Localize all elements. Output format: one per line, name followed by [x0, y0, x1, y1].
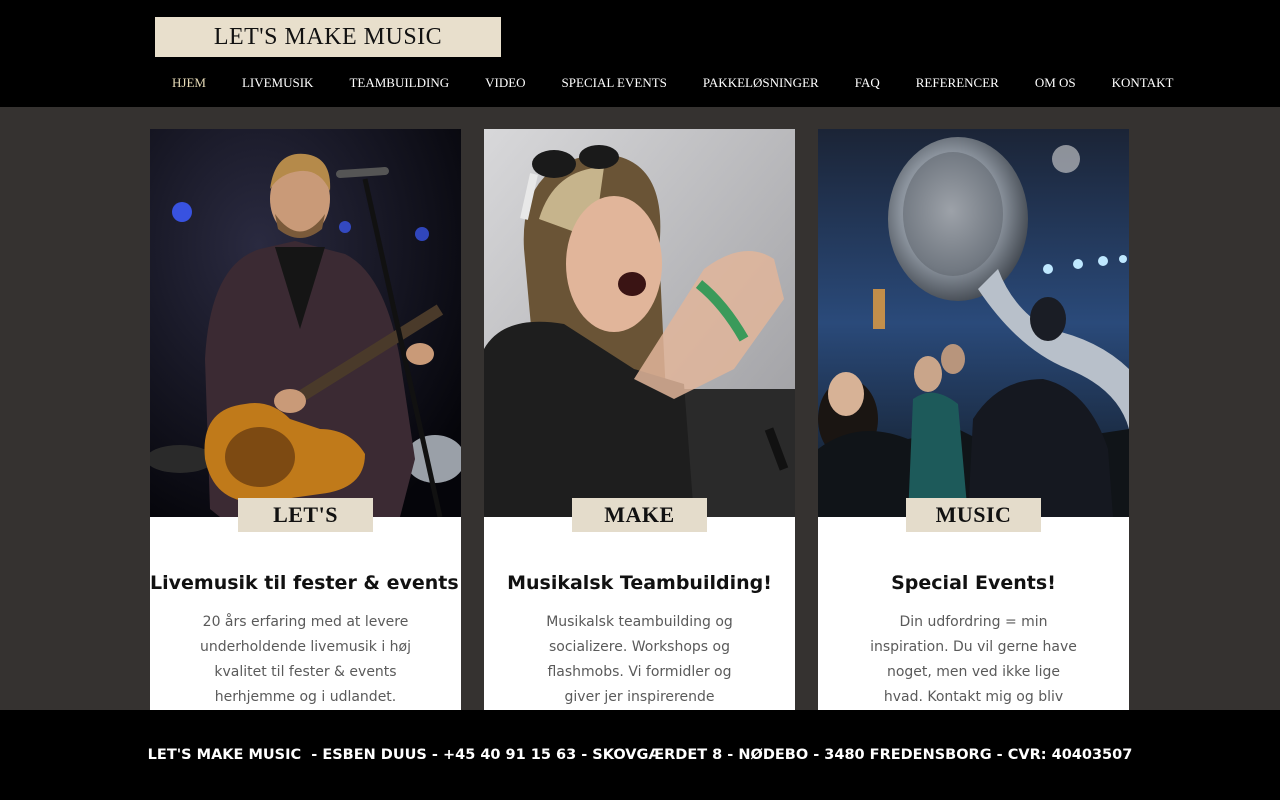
nav-item-faq[interactable]: FAQ [837, 75, 898, 91]
sousaphone-party-photo[interactable] [818, 129, 1129, 517]
card-tag-lets: LET'S [238, 498, 373, 532]
nav-item-hjem[interactable]: HJEM [154, 75, 224, 91]
card-description: Din udfordring = min inspiration. Du vil… [870, 614, 1077, 705]
nav-item-kontakt[interactable]: KONTAKT [1094, 75, 1192, 91]
card-heading: Livemusik til fester & events! [150, 572, 461, 594]
feature-card-livemusik: LET'S Livemusik til fester & events! 20 … [150, 129, 461, 710]
singer-with-guitar-photo[interactable] [150, 129, 461, 517]
card-description: 20 års erfaring med at levere underholde… [199, 614, 411, 705]
enthusiastic-woman-photo[interactable] [484, 129, 795, 517]
card-heading: Musikalsk Teambuilding! [507, 572, 772, 594]
nav-item-om-os[interactable]: OM OS [1017, 75, 1094, 91]
nav-item-video[interactable]: VIDEO [467, 75, 543, 91]
card-heading: Special Events! [891, 572, 1056, 594]
feature-card-teambuilding: MAKE Musikalsk Teambuilding! Musikalsk t… [484, 129, 795, 710]
nav-item-special-events[interactable]: SPECIAL EVENTS [544, 75, 685, 91]
card-tag-make: MAKE [572, 498, 707, 532]
footer-contact-info: LET'S MAKE MUSIC - ESBEN DUUS - +45 40 9… [147, 747, 1133, 763]
feature-card-special-events: MUSIC Special Events! Din udfordring = m… [818, 129, 1129, 710]
nav-item-pakkelosninger[interactable]: PAKKELØSNINGER [685, 75, 837, 91]
nav-item-teambuilding[interactable]: TEAMBUILDING [331, 75, 467, 91]
card-description: Musikalsk teambuilding og socializere. W… [546, 614, 733, 705]
site-logo[interactable]: LET'S MAKE MUSIC [155, 17, 501, 57]
main-nav: HJEM LIVEMUSIK TEAMBUILDING VIDEO SPECIA… [154, 72, 1191, 94]
nav-item-livemusik[interactable]: LIVEMUSIK [224, 75, 332, 91]
site-header: LET'S MAKE MUSIC HJEM LIVEMUSIK TEAMBUIL… [0, 0, 1280, 107]
nav-item-referencer[interactable]: REFERENCER [898, 75, 1017, 91]
site-footer: LET'S MAKE MUSIC - ESBEN DUUS - +45 40 9… [0, 710, 1280, 800]
card-tag-music: MUSIC [906, 498, 1041, 532]
